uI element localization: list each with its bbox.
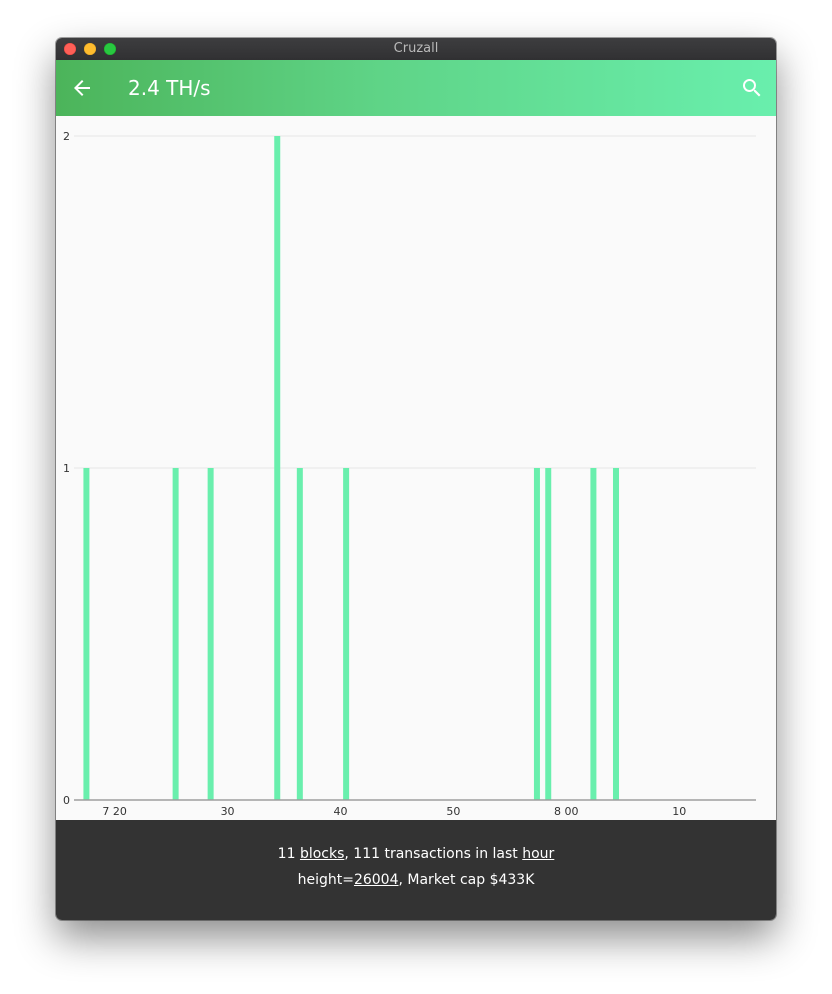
footer-summary-line: 11 blocks, 111 transactions in last hour	[56, 846, 776, 862]
x-tick-label: 50	[446, 805, 460, 818]
blocks-link[interactable]: blocks	[300, 846, 344, 862]
chart-bar	[274, 136, 281, 800]
height-link[interactable]: 26004	[354, 872, 399, 888]
hashrate-title: 2.4 TH/s	[128, 76, 211, 100]
window-title: Cruzall	[393, 41, 439, 56]
blocks-chart: 0 1 2 7 20 30 40 50 8 00 10	[56, 116, 776, 820]
arrow-back-icon[interactable]	[70, 76, 94, 100]
chart-bar	[545, 468, 552, 800]
app-bar: 2.4 TH/s	[56, 60, 776, 116]
y-tick-label: 0	[63, 794, 70, 807]
y-tick-label: 2	[63, 130, 70, 143]
status-footer: 11 blocks, 111 transactions in last hour…	[56, 820, 776, 920]
window-titlebar[interactable]: Cruzall	[56, 38, 776, 61]
height-label: height=	[297, 872, 354, 888]
search-icon[interactable]	[740, 76, 764, 100]
x-tick-label: 40	[333, 805, 347, 818]
x-tick-label: 10	[672, 805, 686, 818]
market-cap-text: , Market cap $433K	[398, 872, 535, 888]
x-tick-label: 8 00	[554, 805, 579, 818]
transactions-text: , 111 transactions in last	[344, 846, 518, 862]
footer-height-line: height=26004, Market cap $433K	[56, 872, 776, 888]
chart-bar	[590, 468, 597, 800]
x-tick-label: 7 20	[102, 805, 127, 818]
x-tick-label: 30	[221, 805, 235, 818]
chart-bar	[296, 468, 303, 800]
block-count: 11	[277, 846, 296, 862]
hour-link[interactable]: hour	[522, 846, 554, 862]
chart-bar	[533, 468, 540, 800]
y-tick-label: 1	[63, 462, 70, 475]
chart-bar	[172, 468, 179, 800]
app-window: Cruzall 2.4 TH/s 0 1 2 7 20 30 40 50 8 00 10 11 …	[56, 38, 776, 920]
chart-bar	[83, 468, 90, 800]
blocks-chart-svg: 0 1 2 7 20 30 40 50 8 00 10	[63, 130, 756, 818]
chart-bar	[612, 468, 619, 800]
chart-bar	[207, 468, 214, 800]
chart-bar	[343, 468, 350, 800]
